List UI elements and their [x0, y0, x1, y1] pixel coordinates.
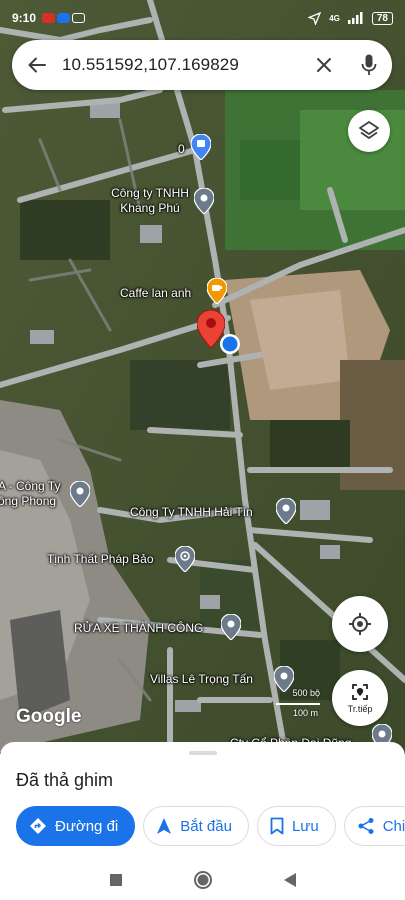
search-query[interactable]: 10.551592,107.169829 — [62, 55, 302, 75]
action-chips: Đường đi Bắt đầu Lưu Chi — [16, 806, 405, 846]
status-time: 9:10 — [12, 11, 37, 25]
battery-indicator: 78 — [371, 11, 393, 25]
share-button[interactable]: Chi — [343, 806, 405, 846]
temple-pin-icon[interactable] — [175, 546, 195, 572]
place-pin-icon[interactable] — [221, 614, 241, 640]
save-button[interactable]: Lưu — [256, 806, 336, 846]
place-pin-icon[interactable] — [194, 188, 214, 214]
network-type: 4G — [329, 13, 340, 23]
place-pin-icon[interactable] — [276, 498, 296, 524]
cafe-pin-icon[interactable] — [207, 278, 227, 304]
place-label-hai-tin[interactable]: Công Ty TNHH Hải Tín — [130, 505, 253, 520]
zalo-icon — [57, 13, 71, 23]
back-nav-icon[interactable] — [283, 872, 297, 888]
bottom-sheet[interactable]: Đã thả ghim Đường đi Bắt đầu Lưu Chi — [0, 742, 405, 860]
sheet-title: Đã thả ghim — [16, 770, 114, 790]
place-label-villas[interactable]: Villas Lê Trọng Tấn — [150, 672, 253, 687]
place-label-tinh-that-phap-bao[interactable]: Tịnh Thất Pháp Bảo — [47, 552, 154, 567]
blue-dot-icon — [220, 334, 240, 354]
mic-icon — [361, 54, 377, 75]
arrow-back-icon — [28, 57, 46, 73]
layers-icon — [359, 121, 379, 139]
place-label-caffe-lan-anh[interactable]: Caffe lan anh — [120, 286, 191, 301]
place-label-0[interactable]: 0 — [178, 142, 185, 157]
my-location-icon — [349, 613, 371, 635]
navigation-arrow-icon — [157, 818, 172, 834]
directions-label: Đường đi — [55, 817, 119, 835]
system-nav-bar — [0, 860, 405, 900]
scale-line — [276, 703, 320, 705]
place-label-rua-xe[interactable]: RỬA XE THÀNH CÔNG — [74, 621, 203, 636]
signal-icon — [347, 12, 363, 24]
place-label-cong-phong[interactable]: A - Công Ty ông Phong — [0, 479, 60, 509]
place-label-khang-phu[interactable]: Công ty TNHH Khang Phú — [100, 186, 200, 216]
search-bar[interactable]: 10.551592,107.169829 — [12, 40, 392, 90]
share-label: Chi — [382, 817, 405, 835]
directions-button[interactable]: Đường đi — [16, 806, 136, 846]
start-label: Bắt đầu — [180, 817, 232, 835]
my-location-button[interactable] — [332, 596, 388, 652]
start-button[interactable]: Bắt đầu — [143, 806, 249, 846]
back-button[interactable] — [12, 40, 62, 90]
scale-bottom: 100 m — [292, 708, 318, 718]
drag-handle[interactable] — [189, 751, 217, 755]
recents-icon[interactable] — [109, 873, 123, 887]
scale-bar: 500 bộ 100 m — [276, 688, 320, 722]
navigate-button[interactable]: Tr.tiếp — [332, 670, 388, 726]
location-arrow-icon — [308, 11, 322, 25]
close-icon — [317, 58, 331, 72]
cast-icon — [72, 13, 86, 23]
google-logo: Google — [16, 706, 82, 727]
status-bar: 9:10 4G 78 — [0, 0, 405, 36]
place-pin-icon[interactable] — [70, 481, 90, 507]
save-label: Lưu — [291, 817, 319, 835]
notification-icon — [42, 13, 56, 23]
scale-top: 500 bộ — [292, 688, 320, 698]
home-icon[interactable] — [193, 870, 213, 890]
shopping-bag-pin-icon[interactable] — [191, 134, 211, 160]
notification-icons — [42, 13, 86, 23]
navigate-icon — [352, 684, 368, 700]
bookmark-icon — [270, 817, 284, 835]
voice-search-button[interactable] — [346, 40, 392, 90]
share-icon — [358, 818, 374, 834]
clear-button[interactable] — [302, 40, 346, 90]
directions-icon — [30, 818, 46, 834]
layers-button[interactable] — [348, 110, 390, 152]
navigate-label: Tr.tiếp — [347, 704, 373, 714]
